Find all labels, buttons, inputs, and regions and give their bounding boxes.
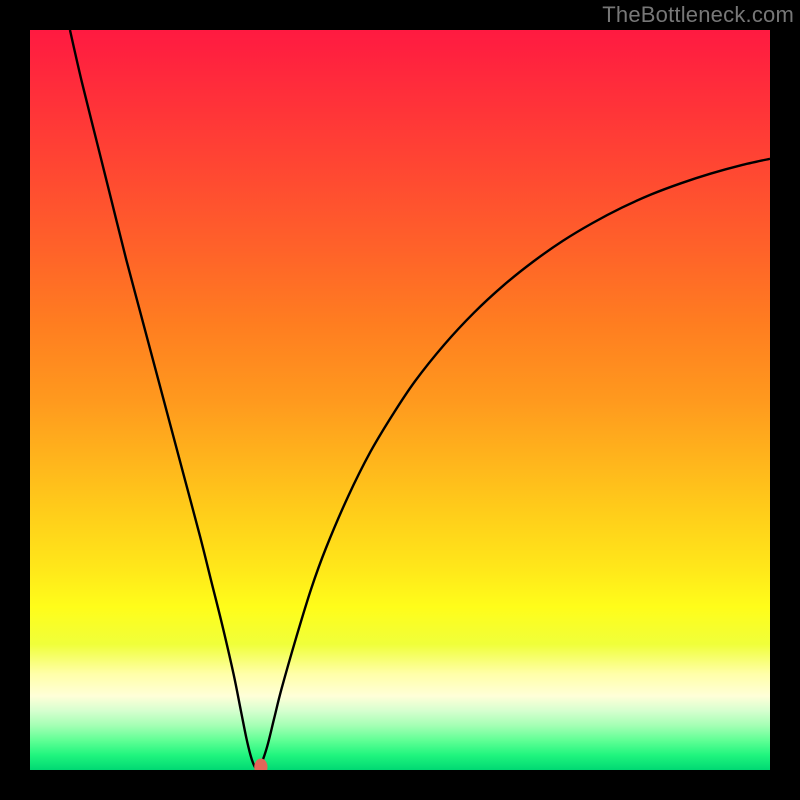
plot-area	[30, 30, 770, 770]
chart-frame: TheBottleneck.com	[0, 0, 800, 800]
watermark-text: TheBottleneck.com	[602, 2, 794, 28]
chart-svg	[30, 30, 770, 770]
gradient-background	[30, 30, 770, 770]
